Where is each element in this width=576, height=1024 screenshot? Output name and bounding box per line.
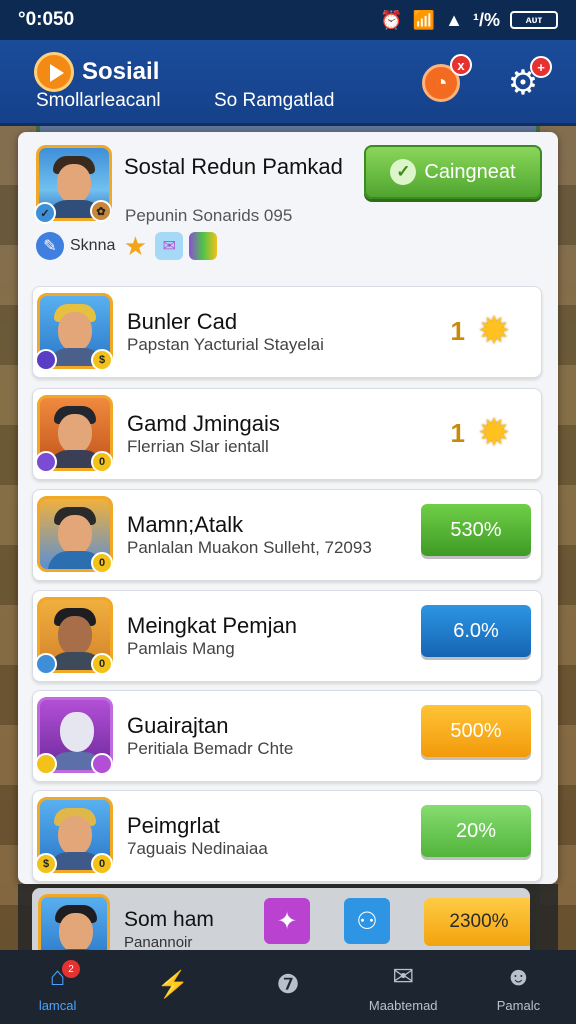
percent-button[interactable]: 20% (421, 805, 531, 857)
percent-button[interactable]: 2300% (424, 898, 530, 946)
level-badge-icon (91, 753, 113, 775)
profile-tag-label: Sknna (70, 237, 116, 254)
item-subtitle: Peritiala Bemadr Chte (127, 739, 294, 758)
nav-badge: 2 (62, 960, 80, 978)
nav-item-activity[interactable]: ⚡ (115, 950, 230, 1024)
nav-item-help[interactable]: ❼ (230, 950, 345, 1024)
percent-button[interactable]: 530% (421, 504, 531, 556)
item-subtitle: 7aguais Nedinaiaa (127, 839, 268, 858)
list-item-partial[interactable]: Som ham Panannoir ✦ ⚇ 2300% (32, 888, 530, 950)
list-item[interactable]: 0 Meingkat Pemjan Pamlais Mang 6.0% (32, 590, 542, 682)
nav-item-home[interactable]: ⌂ 2 lamcal (0, 950, 115, 1024)
status-icons: ⏰ 📶 ▲ ¹/% ᴀᴜᴛ (380, 10, 558, 31)
chat-badge: x (450, 54, 472, 76)
item-subtitle: Flerrian Slar ientall (127, 437, 269, 456)
bottom-navigation: ⌂ 2 lamcal ⚡ ❼ ✉ Maabtemad ☻ Pamalc (0, 950, 576, 1024)
profile-shield-icon: ✓ (34, 202, 56, 224)
item-title: Mamn;Atalk (127, 512, 244, 537)
score-value: 1 (450, 417, 465, 448)
score-value: 1 (450, 315, 465, 346)
item-title: Peimgrlat (127, 813, 220, 838)
item-subtitle: Panannoir (124, 934, 193, 950)
item-title: Meingkat Pemjan (127, 613, 297, 638)
item-title: Som ham (124, 908, 214, 931)
lightning-icon: ⚡ (156, 968, 189, 999)
coin-badge-icon: 0 (91, 552, 113, 574)
coin-badge-icon (35, 753, 57, 775)
item-score: 1 ✹ (451, 312, 513, 350)
list-item[interactable]: $ 0 Peimgrlat 7aguais Nedinaiaa 20% (32, 790, 542, 882)
list-item[interactable]: Guairajtan Peritiala Bemadr Chte 500% (32, 690, 542, 782)
item-title: Bunler Cad (127, 309, 238, 334)
level-badge-icon (35, 653, 57, 675)
item-title: Gamd Jmingais (127, 411, 280, 436)
book-icon (189, 232, 218, 260)
profile-card: ✓ ✿ Sostal Redun Pamkad Pepunin Sonarids… (18, 132, 558, 278)
alarm-icon: ⏰ (380, 9, 403, 30)
primary-action-button[interactable]: ✓ Caingneat (364, 145, 542, 199)
percent-button[interactable]: 6.0% (421, 605, 531, 657)
app-header: Sosiail Smollarleacanl So Ramgatlad ◔ x … (0, 40, 576, 126)
star-badge-icon: ✹ (479, 414, 509, 452)
feather-icon: ✎ (36, 232, 64, 260)
nav-label: Maabtemad (368, 997, 438, 1013)
app-logo-icon (34, 52, 74, 92)
star-icon: ★ (123, 230, 148, 261)
coin-badge-icon: $ (35, 853, 57, 875)
profile-gear-badge-icon: ✿ (90, 200, 112, 222)
app-subtitle-secondary: So Ramgatlad (214, 90, 335, 111)
item-subtitle: Pamlais Mang (127, 639, 235, 658)
coin-badge-icon: 0 (91, 451, 113, 473)
invite-icon[interactable]: ✦ (264, 898, 310, 944)
app-title: Sosiail (82, 58, 160, 85)
item-title: Guairajtan (127, 713, 229, 738)
percent-button[interactable]: 500% (421, 705, 531, 757)
profile-tags: ✎ Sknna ★ ✉ (36, 230, 218, 261)
profile-meta: Pepunin Sonarids 095 (125, 206, 293, 225)
level-badge-icon (35, 451, 57, 473)
signal-icon: ▲ (445, 9, 463, 30)
app-subtitle: Smollarleacanl (36, 90, 161, 111)
settings-badge: + (530, 56, 552, 78)
envelope-icon: ✉ (155, 232, 184, 260)
wifi-icon: 📶 (412, 9, 436, 30)
item-score: 1 ✹ (451, 414, 513, 452)
profile-icon: ☻ (504, 961, 533, 991)
item-subtitle: Panlalan Muakon Sulleht, 72093 (127, 538, 372, 557)
level-badge-icon (35, 349, 57, 371)
nav-item-profile[interactable]: ☻ Pamalc (461, 950, 576, 1024)
mail-icon: ✉ (392, 961, 415, 991)
battery-icon: ᴀᴜᴛ (510, 11, 558, 29)
friend-icon[interactable]: ⚇ (344, 898, 390, 944)
status-time: °0:050 (18, 9, 75, 30)
main-panel: ✓ ✿ Sostal Redun Pamkad Pepunin Sonarids… (18, 132, 558, 884)
status-bar: °0:050 ⏰ 📶 ▲ ¹/% ᴀᴜᴛ (0, 0, 576, 40)
list-item[interactable]: 0 Gamd Jmingais Flerrian Slar ientall 1 … (32, 388, 542, 480)
coin-badge-icon: $ (91, 349, 113, 371)
item-subtitle: Papstan Yacturial Stayelai (127, 335, 324, 354)
coin-badge-icon: 0 (91, 653, 113, 675)
star-badge-icon: ✹ (479, 312, 509, 350)
coin-badge-icon: 0 (91, 853, 113, 875)
help-icon: ❼ (276, 968, 300, 999)
nav-label: lamcal (38, 997, 77, 1013)
primary-action-label: Caingneat (424, 160, 516, 183)
list-item[interactable]: 0 Mamn;Atalk Panlalan Muakon Sulleht, 72… (32, 489, 542, 581)
nav-label: Pamalc (496, 997, 541, 1013)
profile-name: Sostal Redun Pamkad (124, 154, 343, 179)
list-item[interactable]: $ Bunler Cad Papstan Yacturial Stayelai … (32, 286, 542, 378)
check-icon: ✓ (390, 159, 417, 185)
nav-item-messages[interactable]: ✉ Maabtemad (346, 950, 461, 1024)
percent-icon: ¹/% (473, 9, 500, 30)
player-avatar (38, 894, 110, 950)
